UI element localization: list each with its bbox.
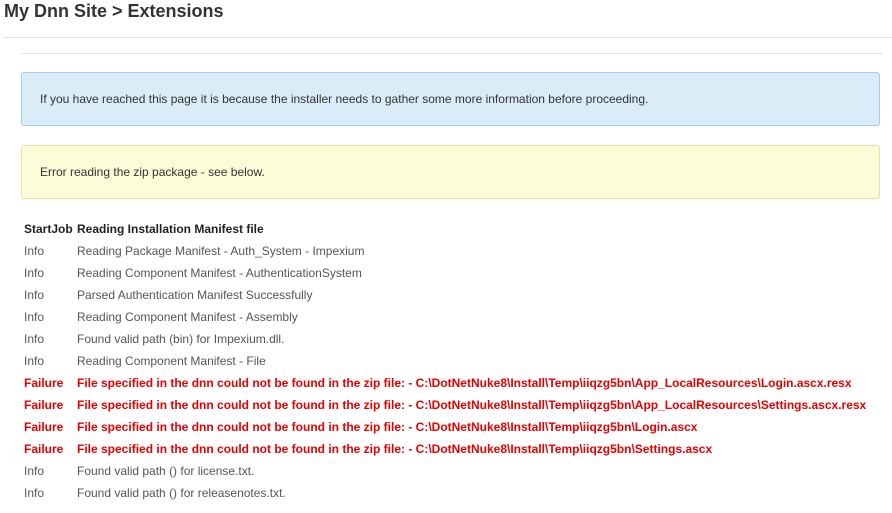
log-type: Failure <box>24 398 64 412</box>
log-type: Info <box>24 310 45 324</box>
log-row: Info Found valid path () for license.txt… <box>24 460 866 482</box>
header-divider <box>4 37 892 38</box>
log-type: Info <box>24 244 45 258</box>
log-row: Info Reading Component Manifest - Assemb… <box>24 306 866 328</box>
log-message: Found valid path (bin) for Impexium.dll. <box>77 332 285 346</box>
log-type: Failure <box>24 442 64 456</box>
install-log: StartJob Reading Installation Manifest f… <box>24 218 866 504</box>
log-type: Failure <box>24 420 64 434</box>
log-row: StartJob Reading Installation Manifest f… <box>24 218 866 240</box>
log-message: File specified in the dnn could not be f… <box>77 420 698 434</box>
log-message: Found valid path () for license.txt. <box>77 464 255 478</box>
log-type: Failure <box>24 376 64 390</box>
log-row: Info Reading Component Manifest - File <box>24 350 866 372</box>
log-type: Info <box>24 288 45 302</box>
log-message: File specified in the dnn could not be f… <box>77 376 852 390</box>
log-row-failure: Failure File specified in the dnn could … <box>24 438 866 460</box>
log-type: Info <box>24 332 45 346</box>
log-row-failure: Failure File specified in the dnn could … <box>24 394 866 416</box>
log-type: Info <box>24 486 45 500</box>
log-row: Info Found valid path (bin) for Impexium… <box>24 328 866 350</box>
info-alert: If you have reached this page it is beca… <box>21 72 880 126</box>
extensions-page: My Dnn Site > Extensions If you have rea… <box>0 0 892 513</box>
info-alert-text: If you have reached this page it is beca… <box>40 92 649 106</box>
log-row: Info Found valid path () for releasenote… <box>24 482 866 504</box>
log-message: File specified in the dnn could not be f… <box>77 442 713 456</box>
log-message: Found valid path () for releasenotes.txt… <box>77 486 286 500</box>
log-row: Info Reading Package Manifest - Auth_Sys… <box>24 240 866 262</box>
log-message: Reading Component Manifest - Assembly <box>77 310 298 324</box>
log-row: Info Reading Component Manifest - Authen… <box>24 262 866 284</box>
log-message: Reading Installation Manifest file <box>77 222 264 236</box>
log-type: StartJob <box>24 222 73 236</box>
warning-alert-text: Error reading the zip package - see belo… <box>40 165 265 179</box>
log-row-failure: Failure File specified in the dnn could … <box>24 372 866 394</box>
page-title: My Dnn Site > Extensions <box>4 1 224 21</box>
log-row-failure: Failure File specified in the dnn could … <box>24 416 866 438</box>
log-message: Parsed Authentication Manifest Successfu… <box>77 288 313 302</box>
log-message: Reading Component Manifest - Authenticat… <box>77 266 362 280</box>
warning-alert: Error reading the zip package - see belo… <box>21 145 880 199</box>
log-type: Info <box>24 354 45 368</box>
log-type: Info <box>24 266 45 280</box>
log-type: Info <box>24 464 45 478</box>
log-message: Reading Component Manifest - File <box>77 354 266 368</box>
log-row: Info Parsed Authentication Manifest Succ… <box>24 284 866 306</box>
log-message: File specified in the dnn could not be f… <box>77 398 867 412</box>
content-divider <box>21 53 882 54</box>
log-message: Reading Package Manifest - Auth_System -… <box>77 244 365 258</box>
